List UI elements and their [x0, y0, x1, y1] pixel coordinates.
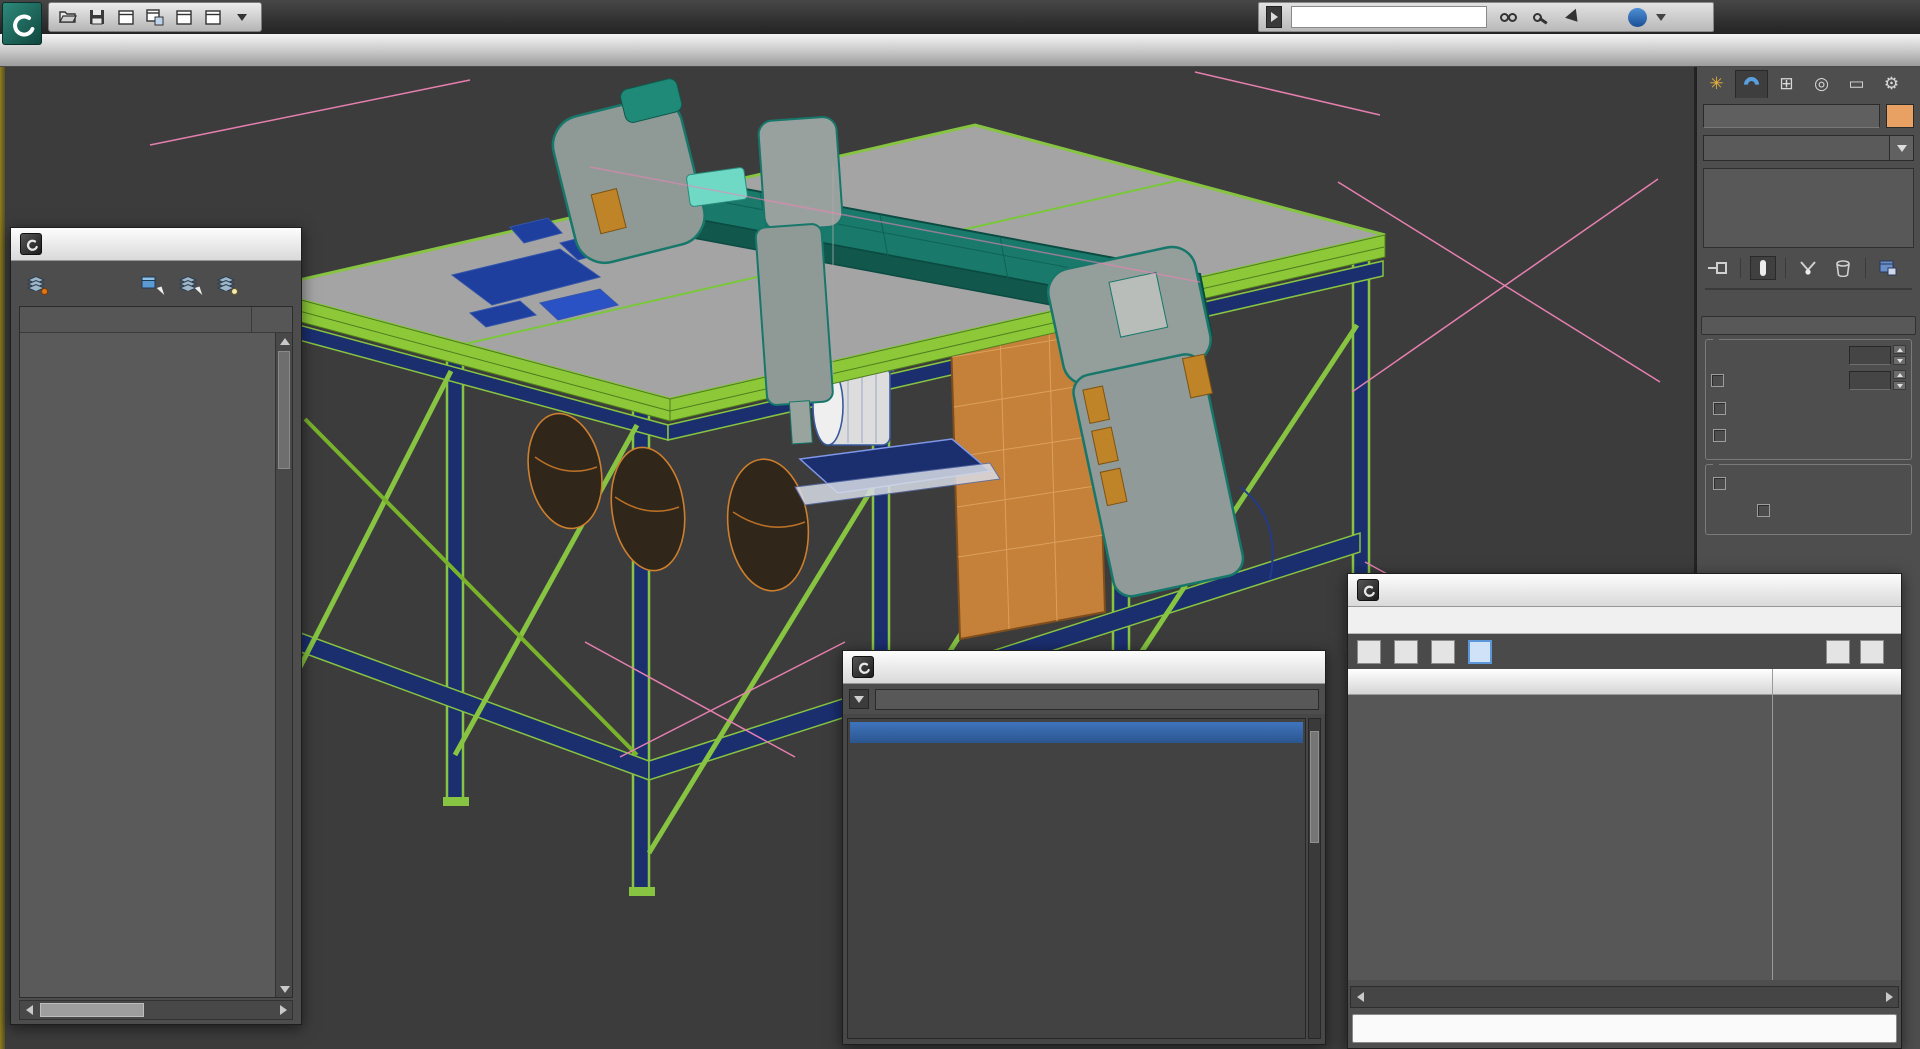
object-name-field[interactable] — [1703, 104, 1880, 128]
save-file-icon[interactable] — [85, 5, 109, 29]
object-color-swatch[interactable] — [1886, 104, 1914, 128]
layer-vertical-scrollbar[interactable] — [275, 333, 292, 997]
show-end-result-icon[interactable] — [1750, 256, 1776, 280]
keyword-search-input[interactable] — [1291, 6, 1487, 28]
stack-tools — [1705, 256, 1912, 290]
scene-materials-header[interactable] — [850, 722, 1303, 743]
asset-table-header[interactable] — [1348, 669, 1901, 695]
display-tab-icon[interactable]: ▭ — [1840, 70, 1873, 98]
iterations-field[interactable] — [1849, 345, 1891, 365]
quick-access-toolbar — [48, 2, 262, 32]
asset-status-bar — [1352, 1014, 1897, 1043]
add-to-layer-icon[interactable] — [99, 270, 125, 296]
open-file-icon[interactable] — [56, 5, 80, 29]
render-iters-field[interactable] — [1849, 370, 1891, 390]
pin-stack-icon[interactable] — [1705, 256, 1731, 280]
material-search-input[interactable] — [875, 688, 1319, 710]
render-iters-spinner[interactable] — [1893, 370, 1906, 390]
scrollbar-thumb[interactable] — [1310, 731, 1319, 843]
layer-explorer-panel — [10, 227, 302, 1025]
iterations-spinner[interactable] — [1893, 345, 1906, 365]
isoline-display-checkbox[interactable] — [1713, 401, 1726, 415]
hierarchy-view-icon[interactable] — [1431, 639, 1455, 664]
layer-horizontal-scrollbar[interactable] — [19, 1000, 293, 1020]
asset-tracking-titlebar[interactable] — [1348, 574, 1901, 607]
window-title — [380, 0, 1160, 34]
asset-horizontal-scrollbar[interactable] — [1350, 986, 1899, 1008]
qat-dropdown-icon[interactable] — [230, 5, 254, 29]
window-icon[interactable] — [201, 5, 225, 29]
create-tab-icon[interactable]: ✳ — [1700, 70, 1733, 98]
subscription-key-icon[interactable] — [1529, 5, 1553, 29]
configure-modifier-sets-icon[interactable] — [1875, 256, 1901, 280]
make-unique-icon[interactable] — [1795, 256, 1821, 280]
modifier-stack — [1703, 168, 1914, 248]
search-binoculars-icon[interactable] — [1496, 5, 1520, 29]
remove-modifier-trash-icon[interactable] — [1830, 256, 1856, 280]
material-map-browser — [842, 650, 1326, 1045]
help-dropdown-icon[interactable] — [1656, 13, 1666, 21]
smooth-result-checkbox[interactable] — [1713, 476, 1726, 490]
maximize-button[interactable] — [1812, 0, 1862, 31]
scrollbar-thumb[interactable] — [278, 351, 290, 469]
render-iters-checkbox[interactable] — [1711, 373, 1724, 387]
asset-table — [1348, 695, 1901, 980]
menu-bar — [0, 34, 1920, 67]
material-list — [847, 718, 1306, 1039]
infocenter-arrow-icon[interactable] — [1266, 6, 1282, 28]
context-help-icon[interactable] — [1860, 639, 1884, 664]
close-button[interactable] — [1876, 0, 1920, 31]
list-view-icon[interactable] — [1394, 639, 1418, 664]
hierarchy-tab-icon[interactable]: ⊞ — [1770, 70, 1803, 98]
title-bar — [0, 0, 1920, 45]
viewport-active-border — [0, 67, 5, 1049]
scrollbar-thumb[interactable] — [40, 1003, 144, 1017]
fetch-window-icon[interactable] — [143, 5, 167, 29]
modify-tab-icon[interactable] — [1735, 70, 1768, 98]
help-icon[interactable] — [1628, 7, 1647, 27]
asset-tracking-menubar — [1348, 607, 1901, 634]
materials-checkbox[interactable] — [1757, 503, 1770, 517]
motion-tab-icon[interactable]: ◎ — [1805, 70, 1838, 98]
chevron-down-icon[interactable] — [1889, 136, 1913, 160]
command-panel-tabs: ✳ ⊞ ◎ ▭ ⚙ — [1697, 67, 1920, 98]
main-group — [1705, 339, 1912, 460]
layer-list — [19, 306, 293, 998]
app-logo-icon[interactable] — [2, 2, 42, 45]
asset-tracking-toolbar — [1348, 634, 1901, 669]
max-logo-icon — [852, 656, 874, 678]
max-logo-icon — [20, 233, 42, 255]
delete-layer-icon[interactable] — [61, 270, 87, 296]
material-scrollbar[interactable] — [1308, 718, 1321, 1039]
set-current-layer-icon[interactable] — [175, 270, 203, 297]
layers-column-header[interactable] — [20, 307, 292, 333]
new-window-icon[interactable] — [172, 5, 196, 29]
layer-panel-titlebar[interactable] — [11, 228, 301, 261]
what-is-this-help-icon[interactable] — [1826, 639, 1850, 664]
layer-toolbar — [11, 261, 301, 304]
create-new-layer-icon[interactable] — [23, 270, 49, 296]
refresh-icon[interactable] — [1357, 639, 1381, 664]
utilities-tab-icon[interactable]: ⚙ — [1875, 70, 1908, 98]
minimize-button[interactable] — [1748, 0, 1798, 31]
table-view-icon[interactable] — [1468, 639, 1492, 664]
modifier-list-dropdown[interactable] — [1703, 135, 1914, 161]
surface-parameters-group — [1705, 464, 1912, 535]
favorites-star-icon[interactable] — [1595, 5, 1619, 29]
asset-tracking-window — [1347, 573, 1902, 1049]
select-objects-in-layer-icon[interactable] — [137, 270, 165, 297]
turbosmooth-rollout-header[interactable] — [1701, 316, 1916, 335]
undo-window-icon[interactable] — [114, 5, 138, 29]
browser-options-icon[interactable] — [849, 689, 869, 709]
material-browser-titlebar[interactable] — [843, 651, 1325, 684]
max-logo-icon — [1357, 579, 1379, 601]
communication-center-icon[interactable] — [1562, 5, 1586, 29]
infocenter-bar — [1258, 2, 1714, 32]
explicit-normals-checkbox[interactable] — [1713, 428, 1726, 442]
highlight-layer-icon[interactable] — [213, 270, 239, 296]
